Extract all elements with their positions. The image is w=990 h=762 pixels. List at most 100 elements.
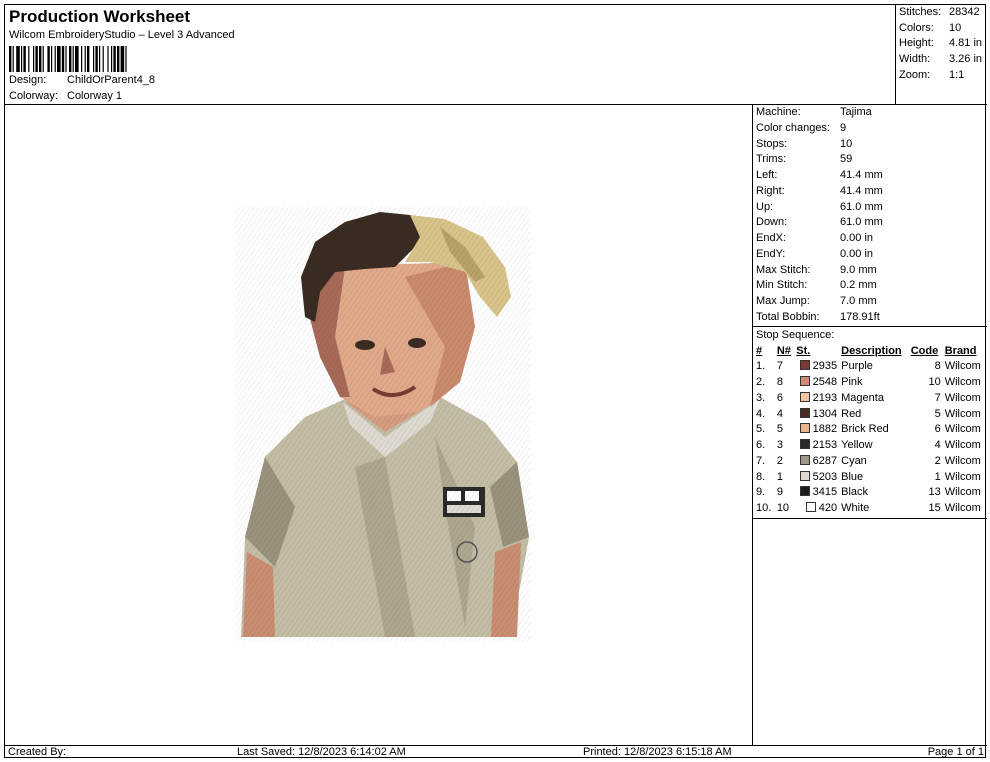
last-saved: Last Saved: 12/8/2023 6:14:02 AM xyxy=(237,746,406,758)
info-max-jump: Max Jump: 7.0 mm xyxy=(756,295,877,307)
stop-row: 7. 2 6287 Cyan 2 Wilcom xyxy=(754,453,986,469)
design-stats: Stitches: 28342 Colors: 10 Height: 4.81 in … xyxy=(895,5,987,105)
stop-needle: 6 xyxy=(776,391,783,404)
stop-description: Magenta xyxy=(841,391,884,404)
colorway-label: Colorway: xyxy=(9,90,58,102)
stop-needle: 4 xyxy=(776,407,783,420)
stop-table-header: # N# St. Description Code Brand xyxy=(754,343,986,359)
color-swatch xyxy=(799,423,810,434)
stop-code: 10 xyxy=(928,376,941,389)
color-swatch xyxy=(799,470,810,481)
stop-needle: 7 xyxy=(776,360,783,373)
stop-needle: 9 xyxy=(776,486,783,499)
color-swatch xyxy=(799,486,810,497)
stop-brand: Wilcom xyxy=(944,423,981,436)
page-title: Production Worksheet xyxy=(9,7,191,26)
software-subtitle: Wilcom EmbroideryStudio – Level 3 Advanc… xyxy=(9,29,235,41)
stop-brand: Wilcom xyxy=(944,486,981,499)
stop-index: 5. xyxy=(756,423,766,436)
stop-stitches: 2935 xyxy=(794,359,839,375)
stop-row: 6. 3 2153 Yellow 4 Wilcom xyxy=(754,437,986,453)
stop-brand: Wilcom xyxy=(944,407,981,420)
color-swatch xyxy=(799,376,810,387)
stop-description: Yellow xyxy=(841,439,873,452)
stop-index: 9. xyxy=(756,486,766,499)
stop-stitches: 1304 xyxy=(794,406,839,422)
printed-date: Printed: 12/8/2023 6:15:18 AM xyxy=(583,746,732,758)
stat-height: Height: 4.81 in xyxy=(899,37,983,50)
stop-stitches: 420 xyxy=(794,500,839,516)
stop-brand: Wilcom xyxy=(944,502,981,515)
stop-brand: Wilcom xyxy=(944,454,981,467)
header-code: Code xyxy=(910,344,939,357)
info-endx: EndX: 0.00 in xyxy=(756,232,874,244)
stop-index: 3. xyxy=(756,391,766,404)
worksheet-header: Production Worksheet Wilcom EmbroiderySt… xyxy=(5,5,987,105)
info-panel: Machine: Tajima Color changes: 9 Stops: 10 … xyxy=(753,105,987,745)
stop-needle: 8 xyxy=(776,376,783,389)
stat-width: Width: 3.26 in xyxy=(899,53,983,66)
color-swatch xyxy=(805,502,816,513)
stop-index: 6. xyxy=(756,439,766,452)
stop-stitches: 2193 xyxy=(794,390,839,406)
stat-colors: Colors: 10 xyxy=(899,21,962,34)
info-machine: Machine: Tajima xyxy=(756,106,872,118)
stop-row: 2. 8 2548 Pink 10 Wilcom xyxy=(754,374,986,390)
created-by: Created By: xyxy=(8,746,67,758)
info-left: Left: 41.4 mm xyxy=(756,169,883,181)
info-min-stitch: Min Stitch: 0.2 mm xyxy=(756,279,877,292)
stop-sequence-title: Stop Sequence: xyxy=(756,328,835,341)
info-endy: EndY: 0.00 in xyxy=(756,247,874,260)
info-up: Up: 61.0 mm xyxy=(756,200,883,213)
stop-row: 3. 6 2193 Magenta 7 Wilcom xyxy=(754,390,986,406)
stop-stitches: 2548 xyxy=(794,374,839,390)
stop-brand: Wilcom xyxy=(944,391,981,404)
header-index: # xyxy=(756,344,763,357)
design-value: ChildOrParent4_8 xyxy=(67,74,156,86)
stop-stitches: 6287 xyxy=(794,453,839,469)
stop-sequence-table: # N# St. Description Code Brand 1. 7 2935… xyxy=(754,343,986,517)
stop-needle: 1 xyxy=(776,470,783,483)
stop-code: 7 xyxy=(934,391,941,404)
stop-code: 6 xyxy=(934,423,941,436)
color-swatch xyxy=(799,360,810,371)
stop-description: Black xyxy=(841,486,869,499)
stop-description: Cyan xyxy=(841,454,867,467)
page-number: Page 1 of 1 xyxy=(927,746,984,758)
stop-row: 9. 9 3415 Black 13 Wilcom xyxy=(754,485,986,501)
worksheet-footer: Created By: Last Saved: 12/8/2023 6:14:0… xyxy=(5,745,987,759)
stop-index: 8. xyxy=(756,470,766,483)
stop-code: 5 xyxy=(934,407,941,420)
stop-row: 1. 7 2935 Purple 8 Wilcom xyxy=(754,359,986,375)
stop-description: Brick Red xyxy=(841,423,889,436)
stop-index: 4. xyxy=(756,407,766,420)
header-st: St. xyxy=(796,344,811,357)
info-max-stitch: Max Stitch: 9.0 mm xyxy=(756,263,877,276)
stop-brand: Wilcom xyxy=(944,439,981,452)
color-swatch xyxy=(799,454,810,465)
color-swatch xyxy=(799,439,810,450)
stop-row: 8. 1 5203 Blue 1 Wilcom xyxy=(754,469,986,485)
stop-description: Red xyxy=(841,407,862,420)
info-down: Down: 61.0 mm xyxy=(756,216,883,229)
info-right: Right: 41.4 mm xyxy=(756,184,883,197)
stop-code: 13 xyxy=(928,486,941,499)
stop-stitches: 2153 xyxy=(794,437,839,453)
stop-code: 4 xyxy=(934,439,941,452)
stop-sequence: Stop Sequence: # N# St. Description Code… xyxy=(753,327,987,519)
embroidery-design-image xyxy=(235,207,531,641)
stop-description: White xyxy=(841,502,870,515)
stop-brand: Wilcom xyxy=(944,376,981,389)
colorway-value: Colorway 1 xyxy=(67,90,123,102)
stop-stitches: 1882 xyxy=(794,422,839,438)
design-canvas xyxy=(5,105,753,745)
header-description: Description xyxy=(841,344,902,357)
stop-code: 8 xyxy=(934,360,941,373)
stop-index: 7. xyxy=(756,454,766,467)
stop-description: Blue xyxy=(841,470,864,483)
machine-info: Machine: Tajima Color changes: 9 Stops: 10 … xyxy=(753,105,987,327)
stop-description: Pink xyxy=(841,376,863,389)
color-swatch xyxy=(799,407,810,418)
stop-description: Purple xyxy=(841,360,873,373)
design-row: Design: ChildOrParent4_8 xyxy=(9,74,155,86)
